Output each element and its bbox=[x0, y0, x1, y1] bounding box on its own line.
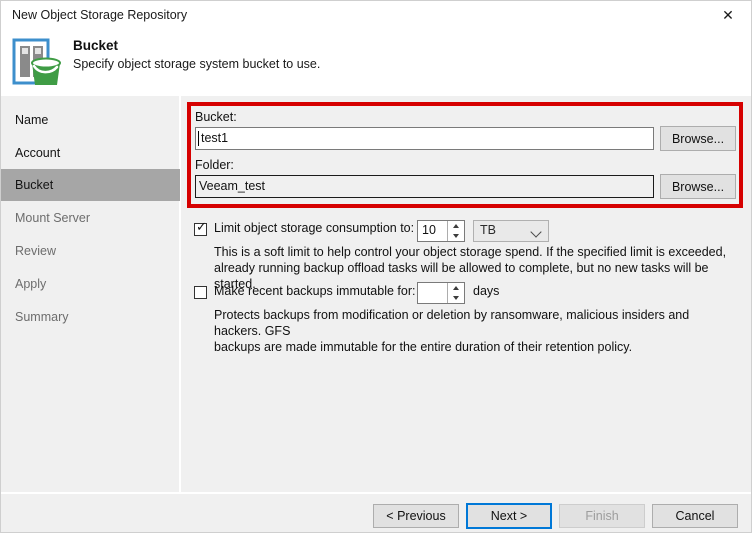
sidebar-item-bucket[interactable]: Bucket bbox=[1, 169, 180, 201]
sidebar-item-label: Apply bbox=[15, 277, 47, 291]
checkmark-icon: ✓ bbox=[196, 220, 207, 235]
folder-label: Folder: bbox=[195, 158, 234, 172]
folder-input-value: Veeam_test bbox=[199, 179, 266, 193]
limit-unit-dropdown[interactable]: TB bbox=[473, 220, 549, 242]
page-subtitle: Specify object storage system bucket to … bbox=[73, 57, 321, 71]
spinner-up-button[interactable] bbox=[448, 283, 464, 293]
arrow-down-icon bbox=[453, 296, 459, 300]
make-immutable-label: Make recent backups immutable for: bbox=[214, 284, 416, 298]
next-button-label: Next > bbox=[490, 509, 528, 523]
sidebar-item-label: Bucket bbox=[15, 178, 54, 192]
sidebar-item-label: Name bbox=[15, 113, 49, 127]
close-icon: ✕ bbox=[722, 7, 734, 24]
limit-amount-spinner[interactable]: 10 bbox=[417, 220, 465, 242]
sidebar-item-label: Mount Server bbox=[15, 211, 91, 225]
cancel-button-label: Cancel bbox=[675, 509, 715, 523]
sidebar-item-account[interactable]: Account bbox=[1, 137, 180, 169]
limit-storage-checkbox[interactable]: ✓ bbox=[194, 220, 207, 236]
arrow-up-icon bbox=[453, 286, 459, 290]
text-caret bbox=[198, 131, 199, 146]
object-storage-bucket-icon bbox=[9, 34, 65, 90]
sidebar-item-apply[interactable]: Apply bbox=[1, 268, 180, 300]
cancel-button[interactable]: Cancel bbox=[652, 504, 738, 528]
bucket-browse-label: Browse... bbox=[671, 131, 725, 146]
dialog-button-bar: < Previous Next > Finish Cancel bbox=[1, 493, 751, 532]
limit-description-line-1: This is a soft limit to help control you… bbox=[214, 245, 727, 259]
make-immutable-checkbox[interactable] bbox=[194, 286, 207, 299]
immutable-days-spinner[interactable] bbox=[417, 282, 465, 304]
bucket-input[interactable]: test1 bbox=[195, 127, 654, 150]
folder-input[interactable]: Veeam_test bbox=[195, 175, 654, 198]
bucket-browse-button[interactable]: Browse... bbox=[660, 126, 736, 151]
finish-button-label: Finish bbox=[585, 509, 619, 523]
immutable-description-line-1: Protects backups from modification or de… bbox=[214, 308, 690, 338]
sidebar-item-label: Summary bbox=[15, 310, 69, 324]
limit-storage-label: Limit object storage consumption to: bbox=[214, 221, 415, 235]
folder-browse-button[interactable]: Browse... bbox=[660, 174, 736, 199]
previous-button-label: < Previous bbox=[386, 509, 446, 523]
immutable-days-suffix: days bbox=[473, 284, 500, 298]
sidebar-item-label: Review bbox=[15, 244, 56, 258]
spinner-buttons bbox=[447, 283, 464, 303]
title-bar: New Object Storage Repository ✕ bbox=[1, 1, 751, 31]
wizard-header: Bucket Specify object storage system buc… bbox=[1, 31, 751, 96]
sidebar-item-name[interactable]: Name bbox=[1, 104, 180, 136]
spinner-down-button[interactable] bbox=[448, 231, 464, 241]
bucket-input-value: test1 bbox=[201, 131, 229, 145]
next-button[interactable]: Next > bbox=[466, 503, 552, 529]
sidebar-item-review[interactable]: Review bbox=[1, 235, 180, 267]
wizard-content: Bucket: test1 Browse... Folder: Veeam_te… bbox=[181, 96, 751, 492]
spinner-buttons bbox=[447, 221, 464, 241]
make-immutable-description: Protects backups from modification or de… bbox=[214, 307, 739, 355]
wizard-steps-sidebar: Name Account Bucket Mount Server Review … bbox=[1, 96, 180, 492]
bucket-label: Bucket: bbox=[195, 110, 237, 124]
window-title: New Object Storage Repository bbox=[12, 8, 188, 22]
immutable-description-line-2: backups are made immutable for the entir… bbox=[214, 340, 633, 354]
limit-unit-value: TB bbox=[480, 223, 496, 237]
sidebar-item-label: Account bbox=[15, 146, 61, 160]
sidebar-item-summary[interactable]: Summary bbox=[1, 301, 180, 333]
wizard-window: New Object Storage Repository ✕ Bucket S… bbox=[0, 0, 752, 533]
limit-amount-value: 10 bbox=[422, 223, 436, 237]
folder-browse-label: Browse... bbox=[671, 179, 725, 194]
page-title: Bucket bbox=[73, 38, 119, 53]
close-button[interactable]: ✕ bbox=[705, 1, 751, 30]
spinner-down-button[interactable] bbox=[448, 293, 464, 303]
sidebar-item-mount-server[interactable]: Mount Server bbox=[1, 202, 180, 234]
chevron-down-icon bbox=[530, 226, 542, 238]
arrow-down-icon bbox=[453, 234, 459, 238]
previous-button[interactable]: < Previous bbox=[373, 504, 459, 528]
finish-button: Finish bbox=[559, 504, 645, 528]
spinner-up-button[interactable] bbox=[448, 221, 464, 231]
arrow-up-icon bbox=[453, 224, 459, 228]
